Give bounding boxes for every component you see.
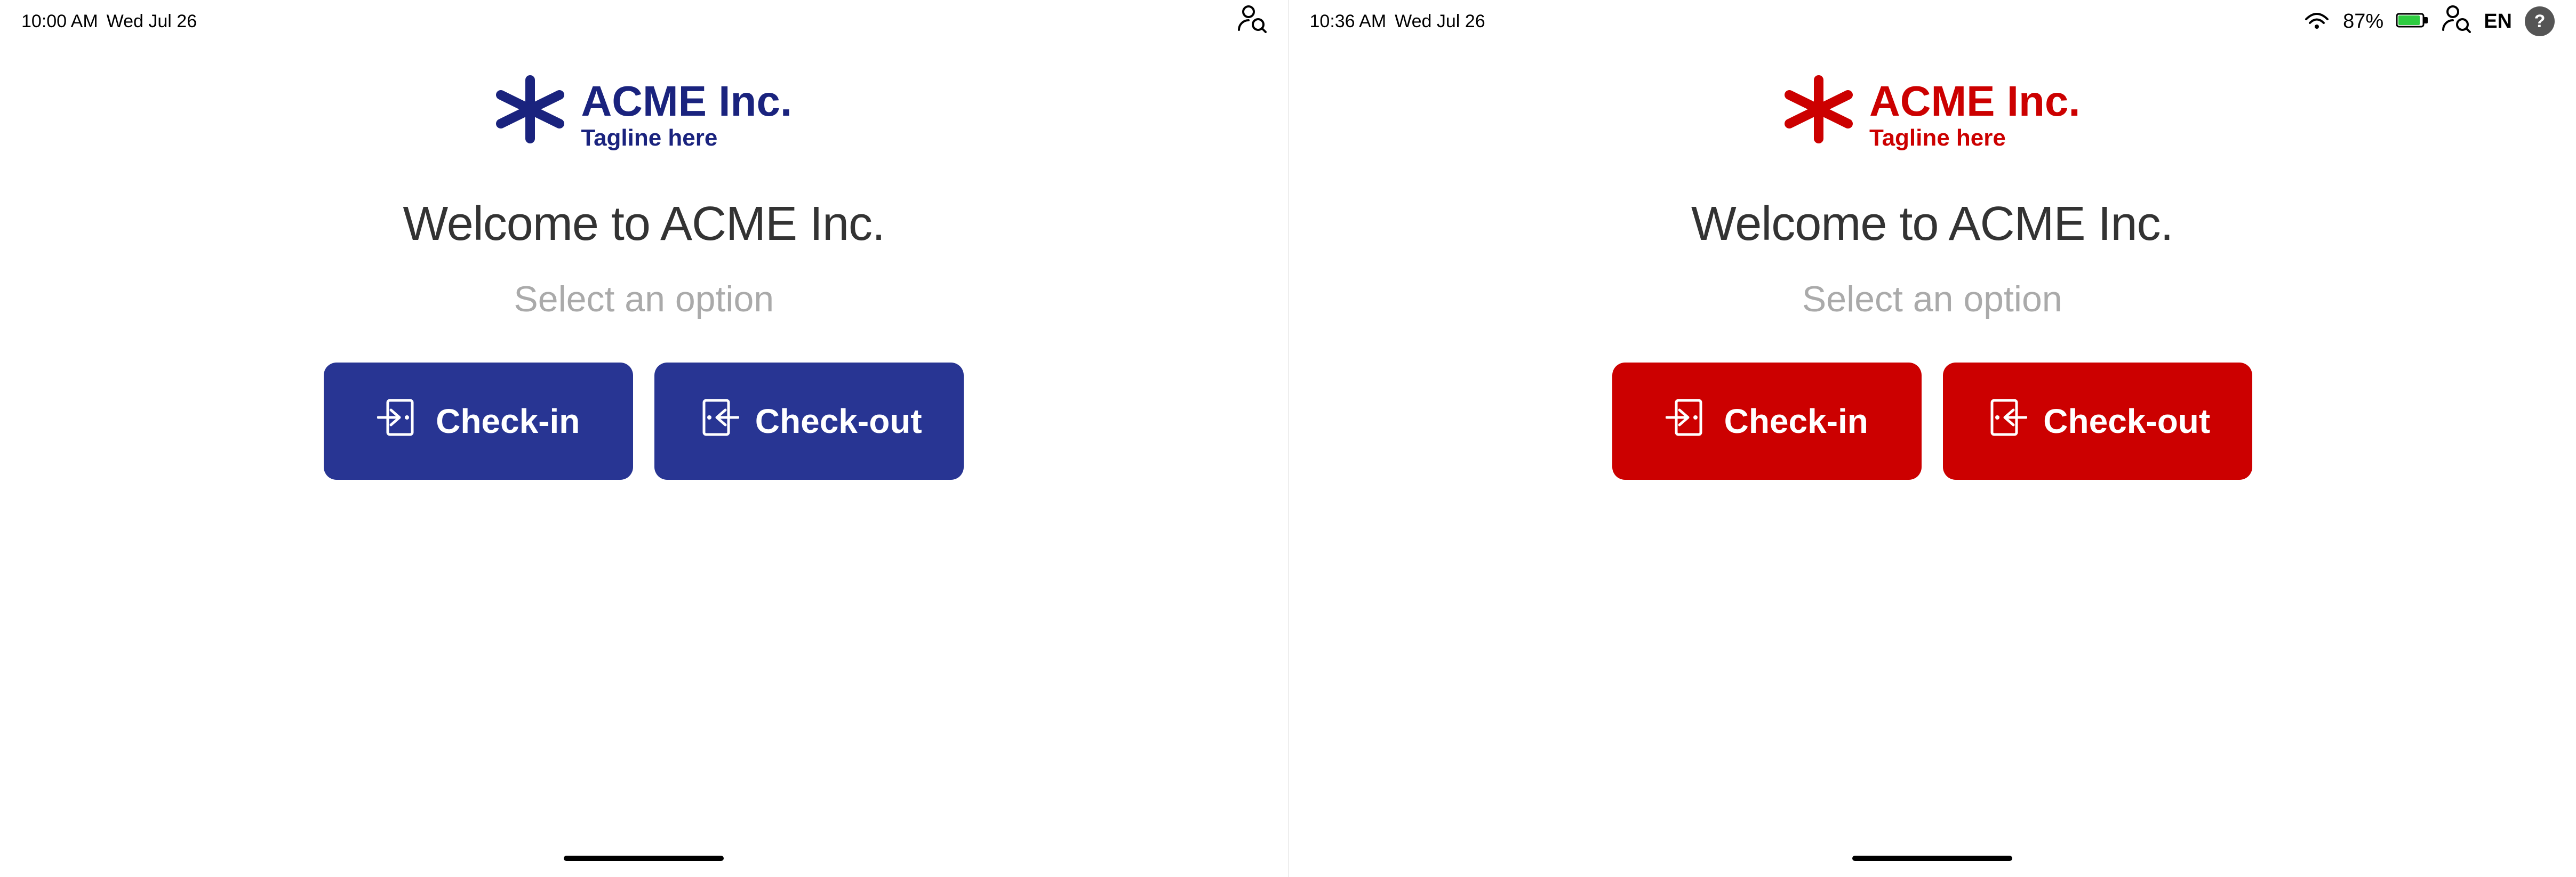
left-select-option: Select an option [514,278,774,320]
right-lang-label[interactable]: EN [2484,10,2512,33]
right-checkout-label: Check-out [2043,401,2210,441]
right-checkin-button[interactable]: Check-in [1612,363,1922,480]
left-checkout-icon [697,396,739,447]
right-screen: 10:36 AM Wed Jul 26 87% [1289,0,2576,877]
left-logo: ACME Inc. Tagline here [495,75,792,154]
left-status-right [1237,3,1267,39]
right-status-bar: 10:36 AM Wed Jul 26 87% [1289,0,2576,43]
left-status-bar: 10:00 AM Wed Jul 26 [0,0,1288,43]
right-asterisk-icon [1784,75,1853,154]
left-checkin-label: Check-in [436,401,580,441]
right-tagline: Tagline here [1869,125,2081,151]
left-checkin-icon [377,396,420,447]
right-home-indicator [1852,856,2012,861]
right-date: Wed Jul 26 [1395,11,1485,32]
right-help-icon[interactable]: ? [2525,6,2555,36]
battery-percent: 87% [2343,10,2383,33]
right-time-date: 10:36 AM Wed Jul 26 [1310,11,1485,32]
right-buttons-row: Check-in Check-out [1612,363,2252,480]
right-logo: ACME Inc. Tagline here [1784,75,2081,154]
right-checkin-label: Check-in [1724,401,1868,441]
left-date: Wed Jul 26 [107,11,197,32]
right-company-name: ACME Inc. [1869,78,2081,125]
left-person-icon [1237,3,1267,39]
right-status-right: 87% EN [2303,3,2555,39]
left-checkin-button[interactable]: Check-in [324,363,633,480]
right-person-icon [2441,3,2471,39]
right-checkout-icon [1985,396,2027,447]
left-time: 10:00 AM [21,11,98,32]
right-select-option: Select an option [1802,278,2062,320]
right-logo-text: ACME Inc. Tagline here [1869,78,2081,151]
right-checkout-button[interactable]: Check-out [1943,363,2252,480]
left-screen: 10:00 AM Wed Jul 26 [0,0,1289,877]
left-welcome-text: Welcome to ACME Inc. [403,197,885,252]
left-checkout-label: Check-out [755,401,922,441]
left-tagline: Tagline here [581,125,792,151]
right-checkin-icon [1666,396,1708,447]
left-checkout-button[interactable]: Check-out [654,363,964,480]
right-welcome-text: Welcome to ACME Inc. [1691,197,2173,252]
right-time: 10:36 AM [1310,11,1387,32]
left-buttons-row: Check-in Check-out [324,363,964,480]
left-time-date: 10:00 AM Wed Jul 26 [21,11,197,32]
left-logo-text: ACME Inc. Tagline here [581,78,792,151]
left-company-name: ACME Inc. [581,78,792,125]
left-home-indicator [564,856,724,861]
right-battery-text: 87% [2343,10,2383,33]
right-signal-icon [2303,9,2330,35]
right-battery-icon [2396,11,2428,33]
left-asterisk-icon [495,75,565,154]
